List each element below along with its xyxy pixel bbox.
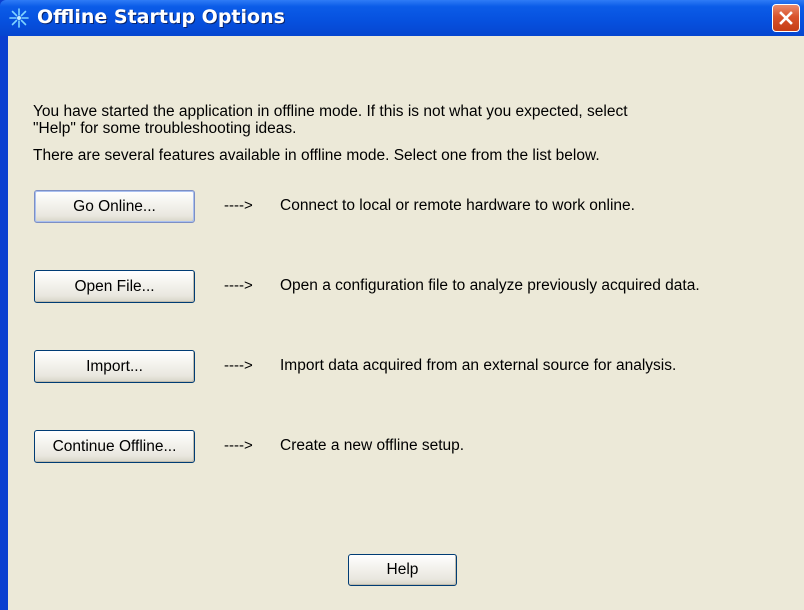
- continue-offline-button[interactable]: Continue Offline...: [34, 430, 195, 463]
- import-button[interactable]: Import...: [34, 350, 195, 383]
- open-file-description: Open a configuration file to analyze pre…: [280, 277, 700, 294]
- continue-offline-description: Create a new offline setup.: [280, 437, 465, 454]
- option-arrow: ---->: [224, 277, 253, 294]
- dialog-title: Offline Startup Options: [37, 6, 285, 28]
- option-arrow: ---->: [224, 197, 253, 214]
- option-arrow: ---->: [224, 357, 253, 374]
- import-description: Import data acquired from an external so…: [280, 357, 677, 374]
- go-online-description: Connect to local or remote hardware to w…: [280, 197, 635, 214]
- intro-line-1: You have started the application in offl…: [33, 103, 628, 120]
- go-online-button[interactable]: Go Online...: [34, 190, 195, 223]
- help-button[interactable]: Help: [348, 554, 457, 586]
- close-button[interactable]: [772, 4, 800, 32]
- intro-line-2: "Help" for some troubleshooting ideas.: [33, 120, 297, 137]
- title-bar[interactable]: Offline Startup Options: [0, 0, 804, 36]
- offline-startup-dialog: Offline Startup Options You have started…: [0, 0, 804, 610]
- option-arrow: ---->: [224, 437, 253, 454]
- intro-line-3: There are several features available in …: [33, 147, 600, 164]
- open-file-button[interactable]: Open File...: [34, 270, 195, 303]
- dialog-body: You have started the application in offl…: [8, 36, 804, 610]
- asterisk-burst-icon: [8, 7, 30, 29]
